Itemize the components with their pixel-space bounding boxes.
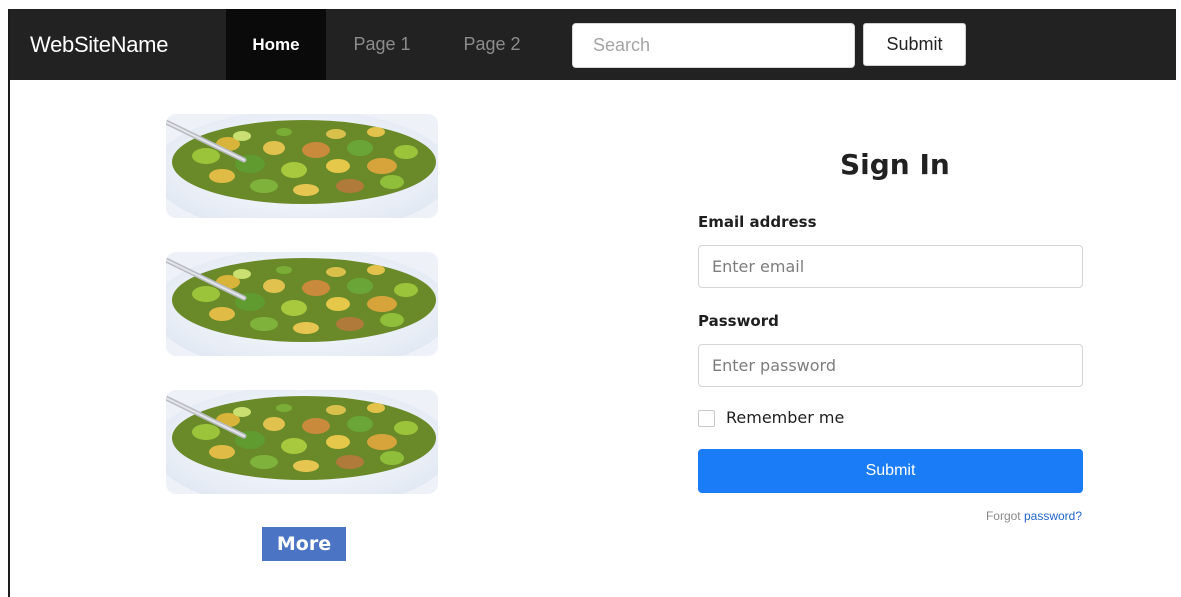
- remember-me-label[interactable]: Remember me: [726, 408, 844, 427]
- food-image: [166, 252, 438, 356]
- brand-name[interactable]: WebSiteName: [30, 9, 168, 80]
- forgot-password-link[interactable]: password?: [1024, 509, 1082, 523]
- nav-item-home[interactable]: Home: [226, 9, 326, 80]
- more-button[interactable]: More: [262, 527, 346, 561]
- page-frame: WebSiteName Home Page 1 Page 2 Submit: [8, 9, 1176, 597]
- forgot-password: Forgot password?: [930, 509, 1082, 523]
- forgot-prefix: Forgot: [985, 509, 1021, 523]
- remember-me-checkbox[interactable]: [698, 410, 715, 427]
- signin-submit-button[interactable]: Submit: [698, 449, 1083, 493]
- search-submit-button[interactable]: Submit: [863, 23, 966, 66]
- email-label: Email address: [698, 213, 817, 231]
- food-image: [166, 390, 438, 494]
- navbar: WebSiteName Home Page 1 Page 2 Submit: [10, 9, 1176, 80]
- email-field[interactable]: [698, 245, 1083, 288]
- search-input[interactable]: [572, 23, 855, 68]
- password-field[interactable]: [698, 344, 1083, 387]
- signin-title: Sign In: [840, 148, 950, 181]
- food-salad-image: [166, 114, 438, 218]
- nav-item-page-2[interactable]: Page 2: [446, 9, 538, 80]
- password-label: Password: [698, 312, 779, 330]
- nav-item-page-1[interactable]: Page 1: [334, 9, 430, 80]
- food-image: [166, 114, 438, 218]
- food-salad-image: [166, 252, 438, 356]
- food-salad-image: [166, 390, 438, 494]
